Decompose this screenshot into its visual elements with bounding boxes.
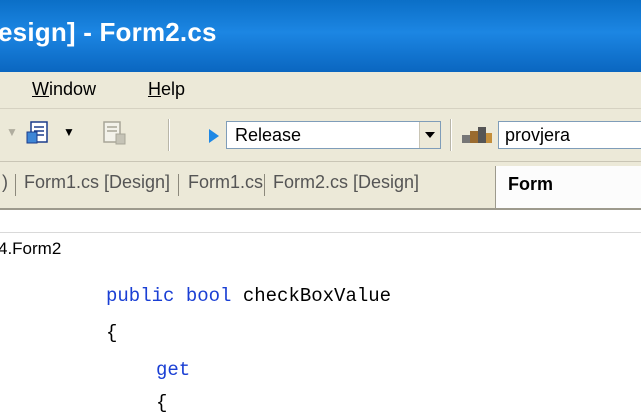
code-editor[interactable]: public bool checkBoxValue { get { [0,267,641,414]
tab-separator [15,174,16,196]
code-line: get [156,359,190,381]
combo-arrow-icon[interactable] [419,122,440,148]
startup-project-combo[interactable]: provjera [498,121,641,149]
standard-toolbar: ▼ ▼ Release provjera [0,109,641,162]
keyword: bool [185,285,232,307]
dropdown-arrow-icon[interactable]: ▼ [63,125,75,139]
tab-form2-design[interactable]: Form2.cs [Design] [273,172,419,193]
configuration-value: Release [235,125,302,145]
tab-partial[interactable]: ) [2,172,8,193]
tab-form1-design[interactable]: Form1.cs [Design] [24,172,170,193]
identifier: checkBoxValue [242,285,392,307]
play-icon[interactable] [207,128,221,144]
toolbar-separator [168,119,170,151]
menu-bar: Window Help [0,72,641,109]
title-bar: esign] - Form2.cs [0,0,641,72]
code-line: { [156,392,168,414]
tab-separator [264,174,265,196]
code-line: public bool checkBoxValue [106,285,391,307]
project-icon [462,127,492,143]
tab-separator [178,174,179,196]
tab-form1-code[interactable]: Form1.cs [188,172,263,193]
project-value: provjera [505,125,571,145]
toolbar-separator [450,119,452,151]
keyword: public [106,285,175,307]
code-line: { [106,322,118,344]
menu-window[interactable]: Window [32,79,96,100]
solution-configuration-combo[interactable]: Release [226,121,441,149]
document-icon[interactable] [25,119,59,149]
tab-form2-code-active[interactable]: Form [495,166,641,208]
document-disabled-icon [103,121,126,145]
document-tab-strip: ) Form1.cs [Design] Form1.cs Form2.cs [D… [0,162,641,210]
keyword: get [156,359,191,381]
class-name: 4.Form2 [0,239,62,258]
window-title: esign] - Form2.cs [0,17,217,47]
dropdown-arrow-icon[interactable]: ▼ [6,125,18,139]
menu-help[interactable]: Help [148,79,185,100]
class-navigation-bar[interactable]: 4.Form2 [0,232,641,268]
